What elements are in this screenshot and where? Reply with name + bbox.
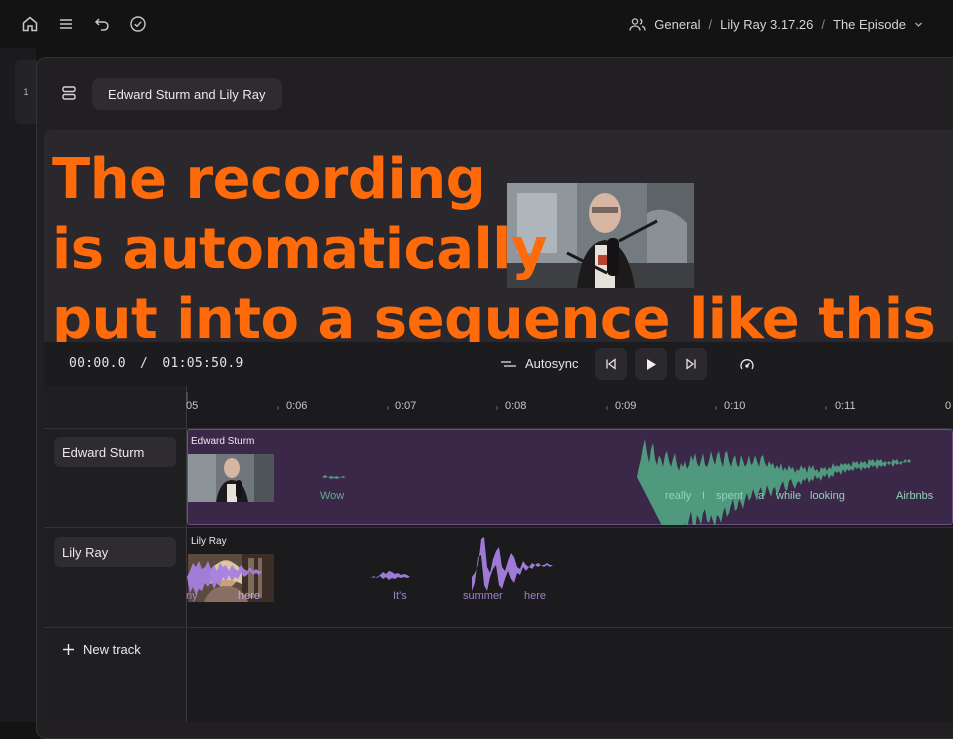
new-track-label: New track (83, 642, 141, 657)
chevron-down-icon[interactable] (914, 20, 923, 29)
waveform-lily (187, 537, 553, 595)
track-divider (44, 627, 953, 628)
playback-speed-icon[interactable] (736, 354, 758, 376)
skip-back-icon (605, 358, 617, 370)
autosync-icon (500, 358, 517, 370)
ruler-tick-label: 0:07 (395, 400, 417, 412)
check-circle-icon[interactable] (126, 12, 150, 36)
transcript-word[interactable]: It's (393, 590, 407, 602)
ruler-tick-label: 05 (186, 400, 199, 412)
transcript-word[interactable]: here (238, 590, 260, 602)
ruler-tick-label: 0:08 (505, 400, 527, 412)
transcript-word[interactable]: looking (810, 490, 845, 502)
home-icon[interactable] (18, 12, 42, 36)
transcript-word[interactable]: a (758, 490, 764, 502)
layers-icon[interactable] (60, 84, 78, 102)
caption-line-1: The recording (52, 147, 486, 212)
users-icon (629, 17, 646, 32)
autosync-label: Autosync (525, 356, 579, 371)
breadcrumb: General / Lily Ray 3.17.26 / The Episode (629, 14, 923, 34)
breadcrumb-separator: / (821, 16, 825, 32)
transcript-word[interactable]: while (776, 490, 801, 502)
new-track-button[interactable]: New track (62, 642, 141, 657)
caption-line-3: put into a sequence like this (52, 287, 936, 352)
time-separator: / (140, 356, 149, 371)
play-button[interactable] (635, 348, 667, 380)
breadcrumb-composition[interactable]: The Episode (833, 17, 906, 32)
breadcrumb-separator: / (708, 16, 713, 32)
page-number: 1 (23, 87, 29, 97)
transcript-word[interactable]: I (702, 490, 705, 502)
waveform-edward (322, 439, 911, 525)
ruler-tick-label: 0:11 (835, 400, 856, 412)
transcript-word[interactable]: Airbnbs (896, 490, 933, 502)
transcript-word[interactable]: ny (186, 590, 198, 602)
current-time: 00:00.0 (69, 356, 126, 371)
ruler-tick-label: 0 (945, 400, 952, 412)
track-name-lily[interactable]: Lily Ray (54, 537, 176, 567)
total-duration: 01:05:50.9 (162, 356, 244, 371)
plus-icon (62, 643, 75, 656)
ruler-tick-label: 0:09 (615, 400, 637, 412)
menu-icon[interactable] (54, 12, 78, 36)
skip-forward-button[interactable] (675, 348, 707, 380)
transcript-word[interactable]: here (524, 590, 546, 602)
page-tab[interactable]: 1 (15, 60, 37, 124)
caption-line-2: is automatically (52, 217, 547, 282)
breadcrumb-project[interactable]: Lily Ray 3.17.26 (720, 17, 813, 32)
undo-icon[interactable] (90, 12, 114, 36)
transcript-word[interactable]: really (665, 490, 691, 502)
skip-forward-icon (685, 358, 697, 370)
autosync-button[interactable]: Autosync (500, 356, 578, 371)
timecode: 00:00.0 / 01:05:50.9 (69, 356, 244, 371)
transcript-word[interactable]: spent (716, 490, 743, 502)
left-rail (0, 48, 36, 722)
transcript-word[interactable]: summer (463, 590, 503, 602)
breadcrumb-workspace[interactable]: General (654, 17, 700, 32)
track-divider (44, 527, 953, 528)
ruler-tick-label: 0:10 (724, 400, 746, 412)
play-icon (645, 358, 657, 371)
skip-back-button[interactable] (595, 348, 627, 380)
ruler-tick-label: 0:06 (286, 400, 308, 412)
track-name-edward[interactable]: Edward Sturm (54, 437, 176, 467)
transcript-word[interactable]: Wow (320, 490, 344, 502)
sequence-title-button[interactable]: Edward Sturm and Lily Ray (92, 78, 282, 110)
